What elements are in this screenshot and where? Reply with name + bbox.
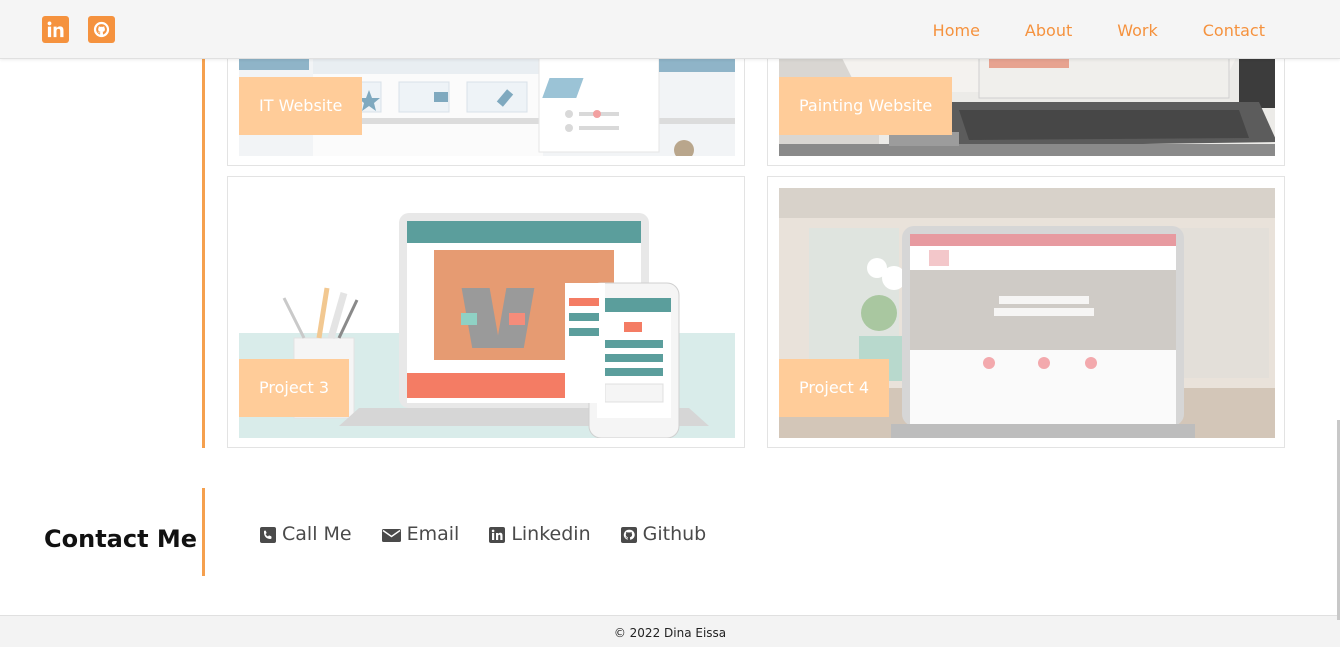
github-link[interactable]: Github <box>620 523 707 545</box>
linkedin-icon[interactable] <box>42 16 69 43</box>
email-link[interactable]: Email <box>381 523 460 545</box>
nav-about[interactable]: About <box>1025 21 1072 40</box>
copyright-text: © 2022 Dina Eissa <box>613 626 727 640</box>
contact-section-divider <box>202 488 205 576</box>
main-nav: Home About Work Contact <box>888 21 1265 40</box>
site-footer: © 2022 Dina Eissa <box>0 615 1340 647</box>
contact-links: Call Me Email Linkedin Github <box>260 523 736 545</box>
project-label: Project 4 <box>779 359 890 417</box>
contact-title: Contact Me <box>44 525 198 553</box>
envelope-icon <box>381 526 401 542</box>
project-label: IT Website <box>239 77 363 135</box>
project-label: Painting Website <box>779 77 953 135</box>
github-icon[interactable] <box>88 16 115 43</box>
call-me-link[interactable]: Call Me <box>260 523 352 545</box>
phone-icon <box>260 526 276 543</box>
project-card-project-4[interactable]: Project 4 <box>767 176 1285 448</box>
email-label: Email <box>406 523 460 545</box>
project-card-project-3[interactable]: Project 3 <box>227 176 745 448</box>
project-label: Project 3 <box>239 359 350 417</box>
call-me-label: Call Me <box>282 523 352 545</box>
github-icon <box>620 526 637 543</box>
work-section-divider <box>202 59 205 448</box>
linkedin-label: Linkedin <box>511 523 591 545</box>
nav-home[interactable]: Home <box>933 21 980 40</box>
github-label: Github <box>642 523 707 545</box>
nav-contact[interactable]: Contact <box>1203 21 1265 40</box>
nav-work[interactable]: Work <box>1117 21 1158 40</box>
linkedin-icon <box>489 526 506 543</box>
site-header: Home About Work Contact <box>0 0 1340 59</box>
linkedin-link[interactable]: Linkedin <box>489 523 591 545</box>
